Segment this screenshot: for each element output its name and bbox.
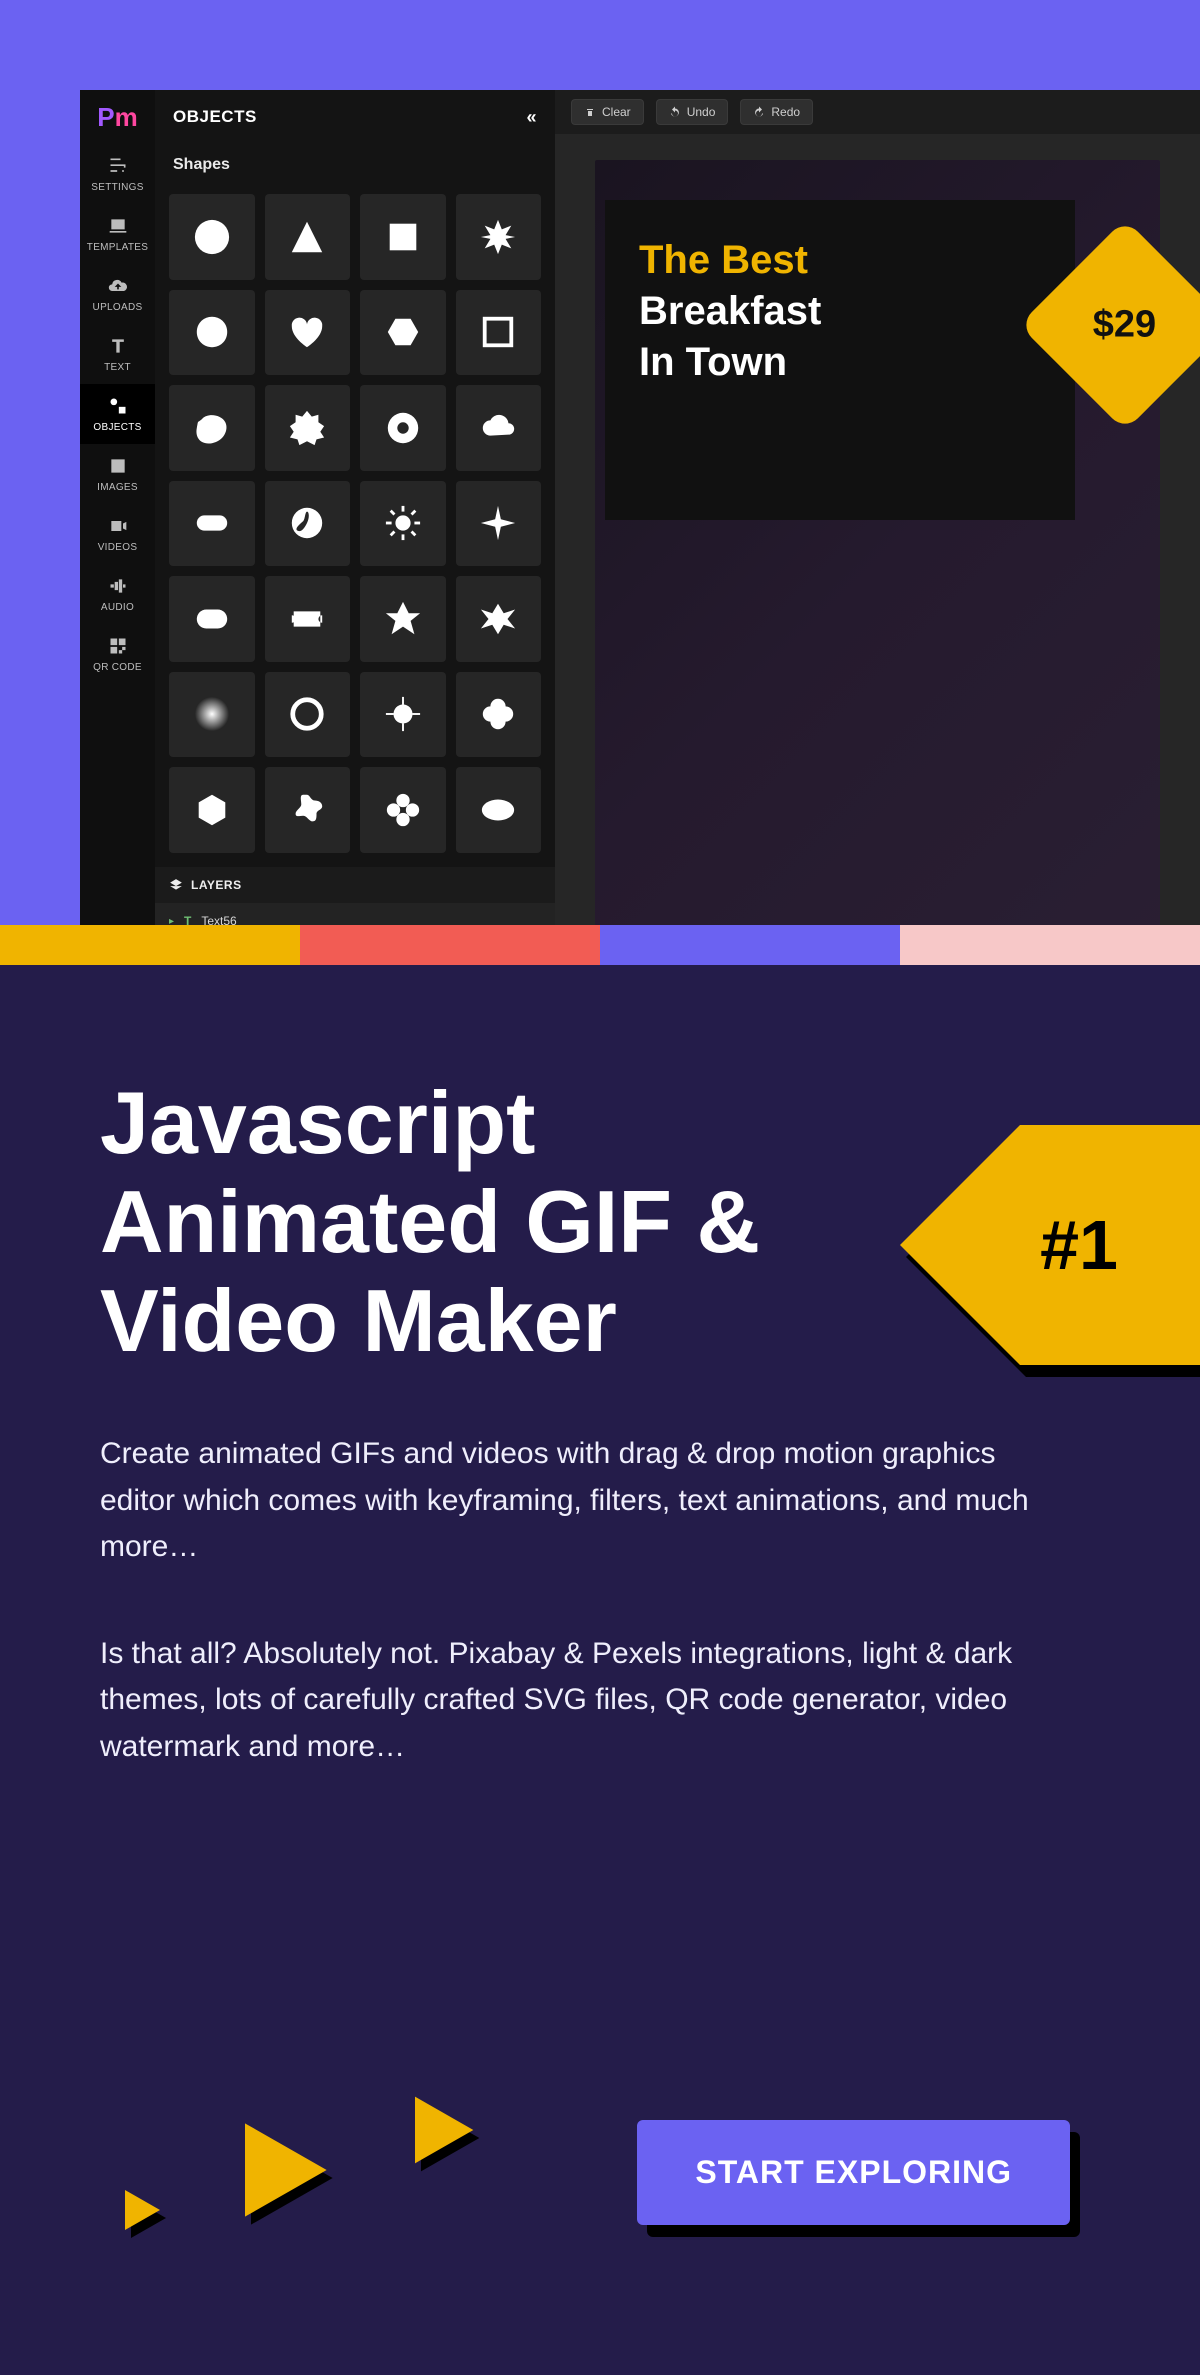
shape-flare[interactable]	[360, 672, 446, 758]
rank-badge: #1	[900, 1125, 1200, 1365]
shape-gear[interactable]	[360, 385, 446, 471]
editor-window: Pm SETTINGS TEMPLATES UPLOADS	[80, 90, 1200, 925]
shape-pill[interactable]	[169, 481, 255, 567]
settings-icon	[107, 155, 129, 177]
cta-wrap: START EXPLORING	[637, 2120, 1070, 2225]
rail-text[interactable]: TEXT	[80, 324, 155, 384]
shape-star-round[interactable]	[265, 767, 351, 853]
shape-pow[interactable]	[456, 576, 542, 662]
shape-blob[interactable]	[169, 385, 255, 471]
shape-quatrefoil[interactable]	[456, 672, 542, 758]
shape-hex2[interactable]	[169, 767, 255, 853]
rail-label: AUDIO	[101, 602, 134, 613]
app-logo: Pm	[80, 90, 155, 144]
redo-button[interactable]: Redo	[740, 99, 813, 125]
shape-grid	[155, 180, 555, 867]
color-strip	[0, 925, 1200, 965]
rail-uploads[interactable]: UPLOADS	[80, 264, 155, 324]
shape-triangle[interactable]	[265, 194, 351, 280]
objects-panel: OBJECTS « Shapes	[155, 90, 555, 925]
card-line3: In Town	[639, 340, 1041, 385]
strip-seg	[0, 925, 300, 965]
strip-seg	[600, 925, 900, 965]
panel-title: OBJECTS	[173, 107, 257, 127]
hero-p1: Create animated GIFs and videos with dra…	[100, 1431, 1060, 1571]
uploads-icon	[107, 275, 129, 297]
card-line1: The Best	[639, 238, 1041, 283]
layers-title: LAYERS	[191, 878, 242, 892]
clear-button[interactable]: Clear	[571, 99, 644, 125]
shape-ring[interactable]	[265, 672, 351, 758]
hero: Javascript Animated GIF & Video Maker #1…	[0, 965, 1200, 2375]
canvas[interactable]: The Best Breakfast In Town $29	[595, 160, 1160, 925]
decorative-triangles	[110, 2080, 490, 2240]
rail-templates[interactable]: TEMPLATES	[80, 204, 155, 264]
layer-name: Text56	[201, 914, 236, 925]
rail-objects[interactable]: OBJECTS	[80, 384, 155, 444]
shape-flower[interactable]	[360, 767, 446, 853]
tri-small	[110, 2180, 170, 2240]
canvas-area[interactable]: The Best Breakfast In Town $29	[555, 134, 1200, 925]
card-line2: Breakfast	[639, 289, 1041, 334]
rail-videos[interactable]: VIDEOS	[80, 504, 155, 564]
rail-settings[interactable]: SETTINGS	[80, 144, 155, 204]
rail-label: UPLOADS	[93, 302, 143, 313]
shape-seal[interactable]	[265, 385, 351, 471]
rail-audio[interactable]: AUDIO	[80, 564, 155, 624]
stage: Pm SETTINGS TEMPLATES UPLOADS	[0, 0, 1200, 925]
shape-square[interactable]	[360, 194, 446, 280]
rail-label: VIDEOS	[98, 542, 138, 553]
panel-header: OBJECTS «	[155, 90, 555, 144]
shape-burst[interactable]	[456, 194, 542, 280]
shape-circle[interactable]	[169, 194, 255, 280]
shape-cloud[interactable]	[456, 385, 542, 471]
shape-swirl[interactable]	[265, 481, 351, 567]
tri-med	[390, 2080, 490, 2180]
shape-glare[interactable]	[169, 672, 255, 758]
strip-seg	[300, 925, 600, 965]
shape-star6[interactable]	[360, 576, 446, 662]
section-title: Shapes	[155, 144, 555, 180]
collapse-icon[interactable]: «	[526, 107, 537, 128]
rail-label: OBJECTS	[93, 422, 141, 433]
canvas-toolbar: Clear Undo Redo	[555, 90, 1200, 134]
shape-heart[interactable]	[265, 290, 351, 376]
rail-label: IMAGES	[97, 482, 138, 493]
rail-label: QR CODE	[93, 662, 142, 673]
templates-icon	[107, 215, 129, 237]
layers-header[interactable]: LAYERS	[155, 867, 555, 903]
qrcode-icon	[107, 635, 129, 657]
text-icon	[107, 335, 129, 357]
rail-qrcode[interactable]: QR CODE	[80, 624, 155, 684]
shape-spark[interactable]	[456, 481, 542, 567]
images-icon	[107, 455, 129, 477]
rail-label: SETTINGS	[91, 182, 143, 193]
shape-rounded[interactable]	[169, 576, 255, 662]
strip-seg	[900, 925, 1200, 965]
hero-p2: Is that all? Absolutely not. Pixabay & P…	[100, 1631, 1060, 1771]
undo-button[interactable]: Undo	[656, 99, 729, 125]
shape-ticket[interactable]	[265, 576, 351, 662]
layer-row[interactable]: ▸TText56	[155, 903, 555, 926]
videos-icon	[107, 515, 129, 537]
tool-rail: Pm SETTINGS TEMPLATES UPLOADS	[80, 90, 155, 925]
objects-icon	[107, 395, 129, 417]
shape-sun[interactable]	[360, 481, 446, 567]
audio-icon	[107, 575, 129, 597]
tri-large	[210, 2100, 350, 2240]
rail-label: TEMPLATES	[87, 242, 148, 253]
shape-ellipse-wavy[interactable]	[456, 767, 542, 853]
start-exploring-button[interactable]: START EXPLORING	[637, 2120, 1070, 2225]
rail-images[interactable]: IMAGES	[80, 444, 155, 504]
shape-badge[interactable]	[169, 290, 255, 376]
promo-card[interactable]: The Best Breakfast In Town	[605, 200, 1075, 520]
rail-label: TEXT	[104, 362, 131, 373]
shape-square-outline[interactable]	[456, 290, 542, 376]
shape-hexagon[interactable]	[360, 290, 446, 376]
